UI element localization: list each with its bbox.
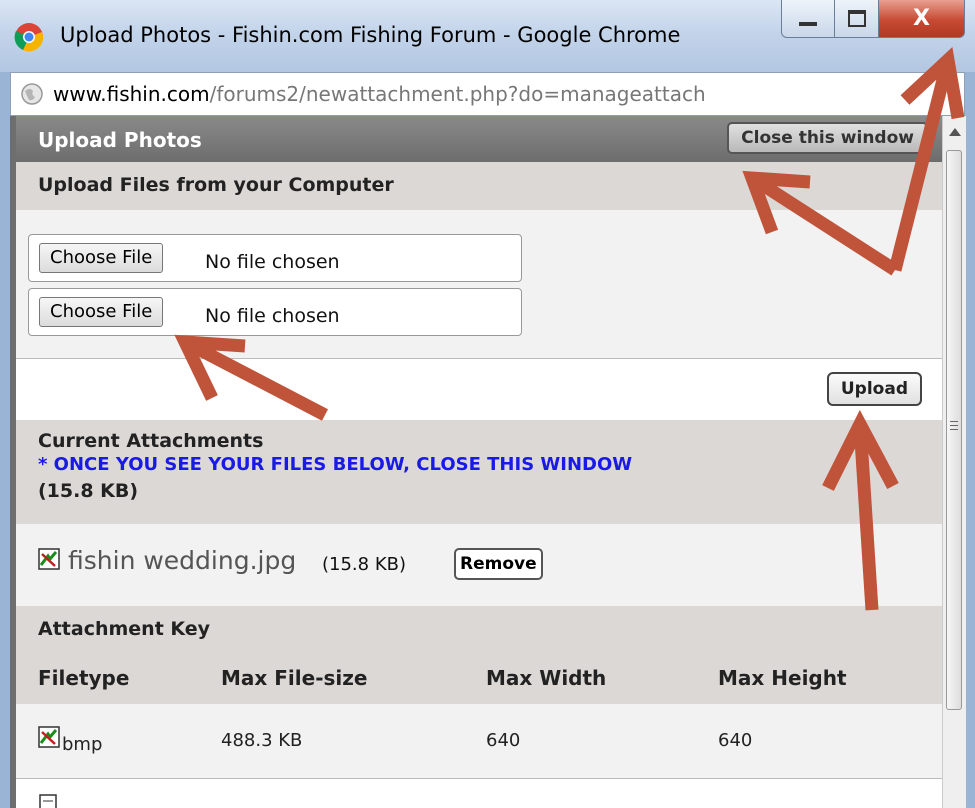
upload-section-title: Upload Files from your Computer <box>38 174 394 196</box>
chrome-icon <box>14 23 44 52</box>
attachments-section-header: Current Attachments * ONCE YOU SEE YOUR … <box>16 420 942 524</box>
col-max-width: Max Width <box>486 666 607 690</box>
close-icon: X <box>913 6 930 31</box>
window-title: Upload Photos - Fishin.com Fishing Forum… <box>60 23 681 47</box>
window-titlebar: Upload Photos - Fishin.com Fishing Forum… <box>0 0 975 72</box>
vertical-scrollbar[interactable] <box>942 116 966 808</box>
address-bar[interactable]: www.fishin.com/forums2/newattachment.php… <box>10 72 965 116</box>
upload-section-header: Upload Files from your Computer <box>16 162 942 210</box>
no-file-label-2: No file chosen <box>205 305 340 327</box>
panel-header: Upload Photos Close this window <box>16 116 942 162</box>
panel-title: Upload Photos <box>38 128 202 152</box>
upload-area: Choose File No file chosen Choose File N… <box>16 210 942 359</box>
cell-filetype: bmp <box>62 734 103 755</box>
attachment-name[interactable]: fishin wedding.jpg <box>68 546 296 575</box>
grip-line-icon <box>950 429 958 430</box>
grip-line-icon <box>950 425 958 426</box>
col-max-height: Max Height <box>718 666 847 690</box>
attachment-list: fishin wedding.jpg (15.8 KB) Remove <box>16 524 942 608</box>
globe-icon <box>21 83 43 105</box>
url-text: www.fishin.com/forums2/newattachment.php… <box>53 82 706 106</box>
doc-file-icon <box>39 794 57 808</box>
key-table-header: Filetype Max File-size Max Width Max Hei… <box>16 652 942 704</box>
close-window-button[interactable]: Close this window <box>727 122 928 154</box>
minimize-button[interactable] <box>781 0 835 38</box>
attachment-key-title: Attachment Key <box>38 618 211 640</box>
cell-max-height: 640 <box>718 730 753 751</box>
choose-file-button-2[interactable]: Choose File <box>39 297 164 327</box>
remove-attachment-button[interactable]: Remove <box>454 548 543 580</box>
cell-max-file-size: 488.3 KB <box>221 730 303 751</box>
grip-line-icon <box>950 421 958 422</box>
attachments-title: Current Attachments <box>38 430 264 452</box>
bmp-file-icon <box>38 726 60 748</box>
file-input-2[interactable]: Choose File No file chosen <box>28 288 522 336</box>
image-file-icon <box>38 548 60 570</box>
window-close-button[interactable]: X <box>879 0 965 38</box>
maximize-icon <box>847 10 866 27</box>
attachment-size: (15.8 KB) <box>322 554 406 575</box>
maximize-button[interactable] <box>835 0 879 38</box>
attachment-key-table: Filetype Max File-size Max Width Max Hei… <box>16 652 942 808</box>
choose-file-button-1[interactable]: Choose File <box>39 243 164 273</box>
cell-max-width: 640 <box>486 730 521 751</box>
col-max-file-size: Max File-size <box>221 666 368 690</box>
table-row: bmp 488.3 KB 640 640 <box>16 704 942 779</box>
attachments-total: (15.8 KB) <box>38 480 139 502</box>
file-input-1[interactable]: Choose File No file chosen <box>28 234 522 282</box>
col-filetype: Filetype <box>38 666 130 690</box>
scroll-thumb[interactable] <box>946 150 962 710</box>
attachments-notice: * ONCE YOU SEE YOUR FILES BELOW, CLOSE T… <box>38 454 633 475</box>
scroll-up-arrow-icon[interactable] <box>949 128 961 136</box>
url-path: /forums2/newattachment.php?do=manageatta… <box>209 82 706 106</box>
url-host: www.fishin.com <box>53 82 210 106</box>
page-viewport: Upload Photos Close this window Upload F… <box>10 116 942 808</box>
minimize-icon <box>799 21 817 26</box>
attachment-key-header: Attachment Key <box>16 606 942 652</box>
no-file-label-1: No file chosen <box>205 251 340 273</box>
upload-button[interactable]: Upload <box>826 372 922 406</box>
